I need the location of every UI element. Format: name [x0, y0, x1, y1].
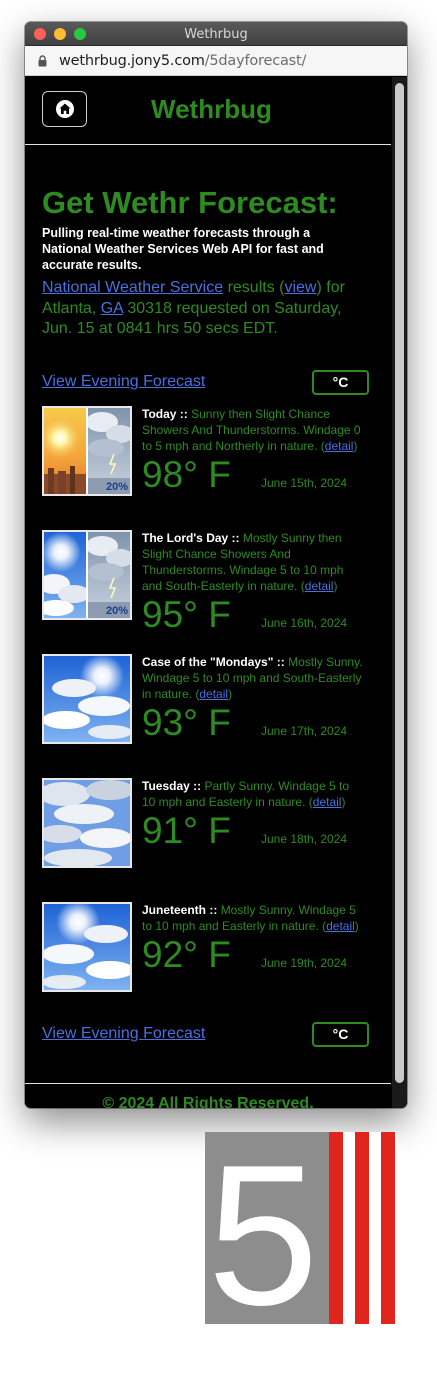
day-name: Juneteenth	[142, 903, 207, 917]
header-divider	[25, 144, 391, 145]
temperature: 98° F	[142, 454, 231, 495]
site-brand[interactable]: Wethrbug	[151, 94, 272, 125]
day-separator: ::	[228, 531, 243, 545]
url-path: /5dayforecast/	[204, 53, 307, 69]
forecast-controls-bottom: View Evening Forecast °C	[42, 1022, 369, 1048]
detail-link[interactable]: detail	[325, 439, 354, 453]
paren-close: )	[228, 687, 233, 701]
mostly-sunny-icon	[44, 532, 86, 618]
url-text[interactable]: wethrbug.jony5.com/5dayforecast/	[59, 53, 306, 69]
footer-copyright: © 2024 All Rights Reserved.	[102, 1095, 314, 1108]
forecast-controls-top: View Evening Forecast °C	[42, 370, 369, 396]
day-separator: ::	[176, 407, 192, 421]
precip-chance: 20%	[105, 605, 128, 617]
day-name: Tuesday	[142, 779, 190, 793]
forecast-description: Case of the "Mondays" :: Mostly Sunny. W…	[142, 654, 364, 702]
day-name: Today	[142, 407, 177, 421]
temperature: 93° F	[142, 702, 231, 743]
state-link[interactable]: GA	[101, 300, 123, 317]
mostly-sunny-icon	[44, 904, 130, 990]
view-evening-forecast-link[interactable]: View Evening Forecast	[42, 373, 205, 391]
forecast-day: Case of the "Mondays" :: Mostly Sunny. W…	[42, 654, 364, 746]
temperature: 95° F	[142, 594, 231, 635]
source-text-results: results (	[223, 279, 285, 296]
browser-window: Wethrbug wethrbug.jony5.com/5dayforecast…	[25, 22, 407, 1108]
detail-link[interactable]: detail	[326, 919, 355, 933]
view-evening-forecast-link[interactable]: View Evening Forecast	[42, 1025, 205, 1043]
address-bar[interactable]: wethrbug.jony5.com/5dayforecast/	[25, 46, 407, 76]
forecast-date: June 19th, 2024	[261, 956, 348, 970]
forecast-date: June 15th, 2024	[261, 476, 348, 490]
forecast-day: Tuesday :: Partly Sunny. Windage 5 to 10…	[42, 778, 362, 870]
detail-link[interactable]: detail	[313, 795, 342, 809]
forecast-description: Today :: Sunny then Slight Chance Shower…	[142, 406, 364, 454]
day-name: Case of the "Mondays"	[142, 655, 274, 669]
paren-close: )	[354, 919, 359, 933]
temperature: 92° F	[142, 934, 231, 975]
day-separator: ::	[273, 655, 289, 669]
jony5-logo: 5	[205, 1132, 397, 1324]
day-name: The Lord's Day	[142, 531, 229, 545]
footer-divider	[25, 1083, 391, 1084]
home-icon	[56, 100, 74, 118]
page-title: Get Wethr Forecast:	[42, 185, 338, 220]
scrollbar[interactable]	[392, 77, 407, 1108]
scrollbar-thumb[interactable]	[395, 83, 404, 1083]
logo-digit: 5	[207, 1132, 318, 1324]
weather-image[interactable]	[42, 778, 132, 868]
view-link[interactable]: view	[284, 279, 316, 296]
forecast-date: June 18th, 2024	[261, 832, 348, 846]
paren-close: )	[341, 795, 346, 809]
forecast-day: 20% Today :: Sunny then Slight Chance Sh…	[42, 406, 362, 498]
detail-link[interactable]: detail	[305, 579, 334, 593]
title-bar: Wethrbug	[25, 22, 407, 46]
celsius-toggle-button[interactable]: °C	[312, 370, 369, 395]
forecast-description: Tuesday :: Partly Sunny. Windage 5 to 10…	[142, 778, 364, 810]
celsius-toggle-button[interactable]: °C	[312, 1022, 369, 1047]
forecast-description: The Lord's Day :: Mostly Sunny then Slig…	[142, 530, 364, 594]
weather-image[interactable]	[42, 902, 132, 992]
weather-image[interactable]: 20%	[42, 530, 132, 620]
forecast-date: June 16th, 2024	[261, 616, 348, 630]
page-viewport: Wethrbug Get Wethr Forecast: Pulling rea…	[25, 77, 407, 1108]
source-info: National Weather Service results (view) …	[42, 278, 352, 340]
forecast-description: Juneteenth :: Mostly Sunny. Windage 5 to…	[142, 902, 364, 934]
temperature: 91° F	[142, 810, 231, 851]
paren-close: )	[333, 579, 338, 593]
lock-icon	[38, 55, 47, 67]
mostly-sunny-icon	[44, 656, 130, 742]
day-separator: ::	[206, 903, 221, 917]
url-domain: wethrbug.jony5.com	[59, 53, 205, 69]
weather-image[interactable]: 20%	[42, 406, 132, 496]
home-button[interactable]	[42, 91, 87, 127]
forecast-date: June 17th, 2024	[261, 724, 348, 738]
day-separator: ::	[189, 779, 205, 793]
paren-close: )	[353, 439, 358, 453]
nws-link[interactable]: National Weather Service	[42, 279, 223, 296]
window-title: Wethrbug	[184, 27, 248, 42]
forecast-day: 20% The Lord's Day :: Mostly Sunny then …	[42, 530, 364, 635]
forecast-day: Juneteenth :: Mostly Sunny. Windage 5 to…	[42, 902, 362, 994]
intro-text: Pulling real-time weather forecasts thro…	[42, 226, 324, 272]
weather-image[interactable]	[42, 654, 132, 744]
partly-sunny-icon	[44, 780, 130, 866]
detail-link[interactable]: detail	[199, 687, 228, 701]
sunny-icon	[44, 408, 86, 494]
precip-chance: 20%	[105, 481, 128, 493]
